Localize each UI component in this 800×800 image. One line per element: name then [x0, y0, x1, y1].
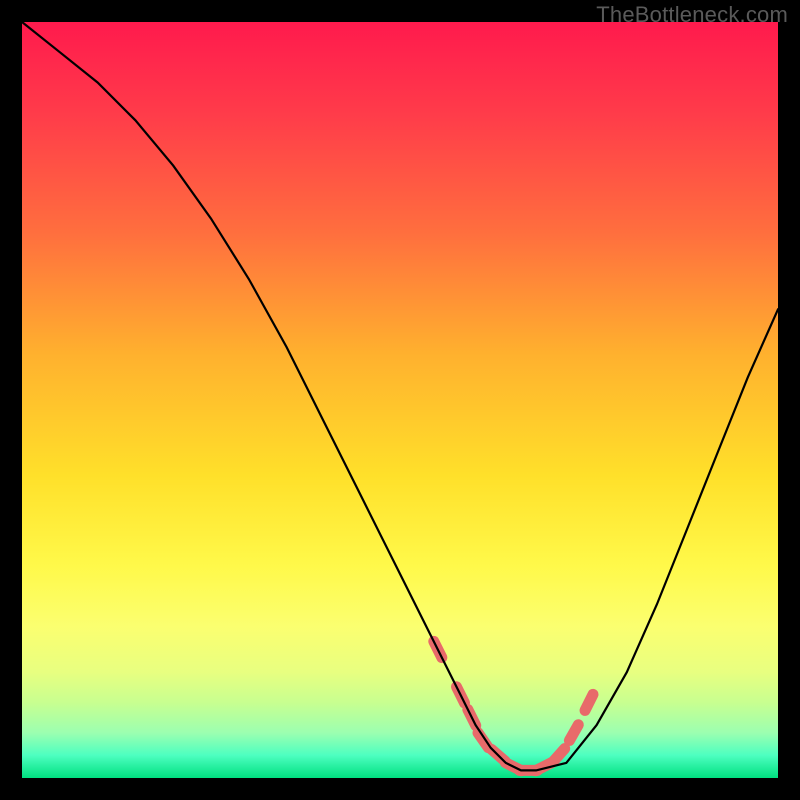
marker-dash: [585, 694, 593, 710]
bottleneck-curve: [22, 22, 778, 770]
marker-dash: [569, 725, 578, 741]
chart-svg-overlay: [0, 0, 800, 800]
marker-layer: [434, 641, 593, 770]
marker-dash: [553, 749, 565, 762]
